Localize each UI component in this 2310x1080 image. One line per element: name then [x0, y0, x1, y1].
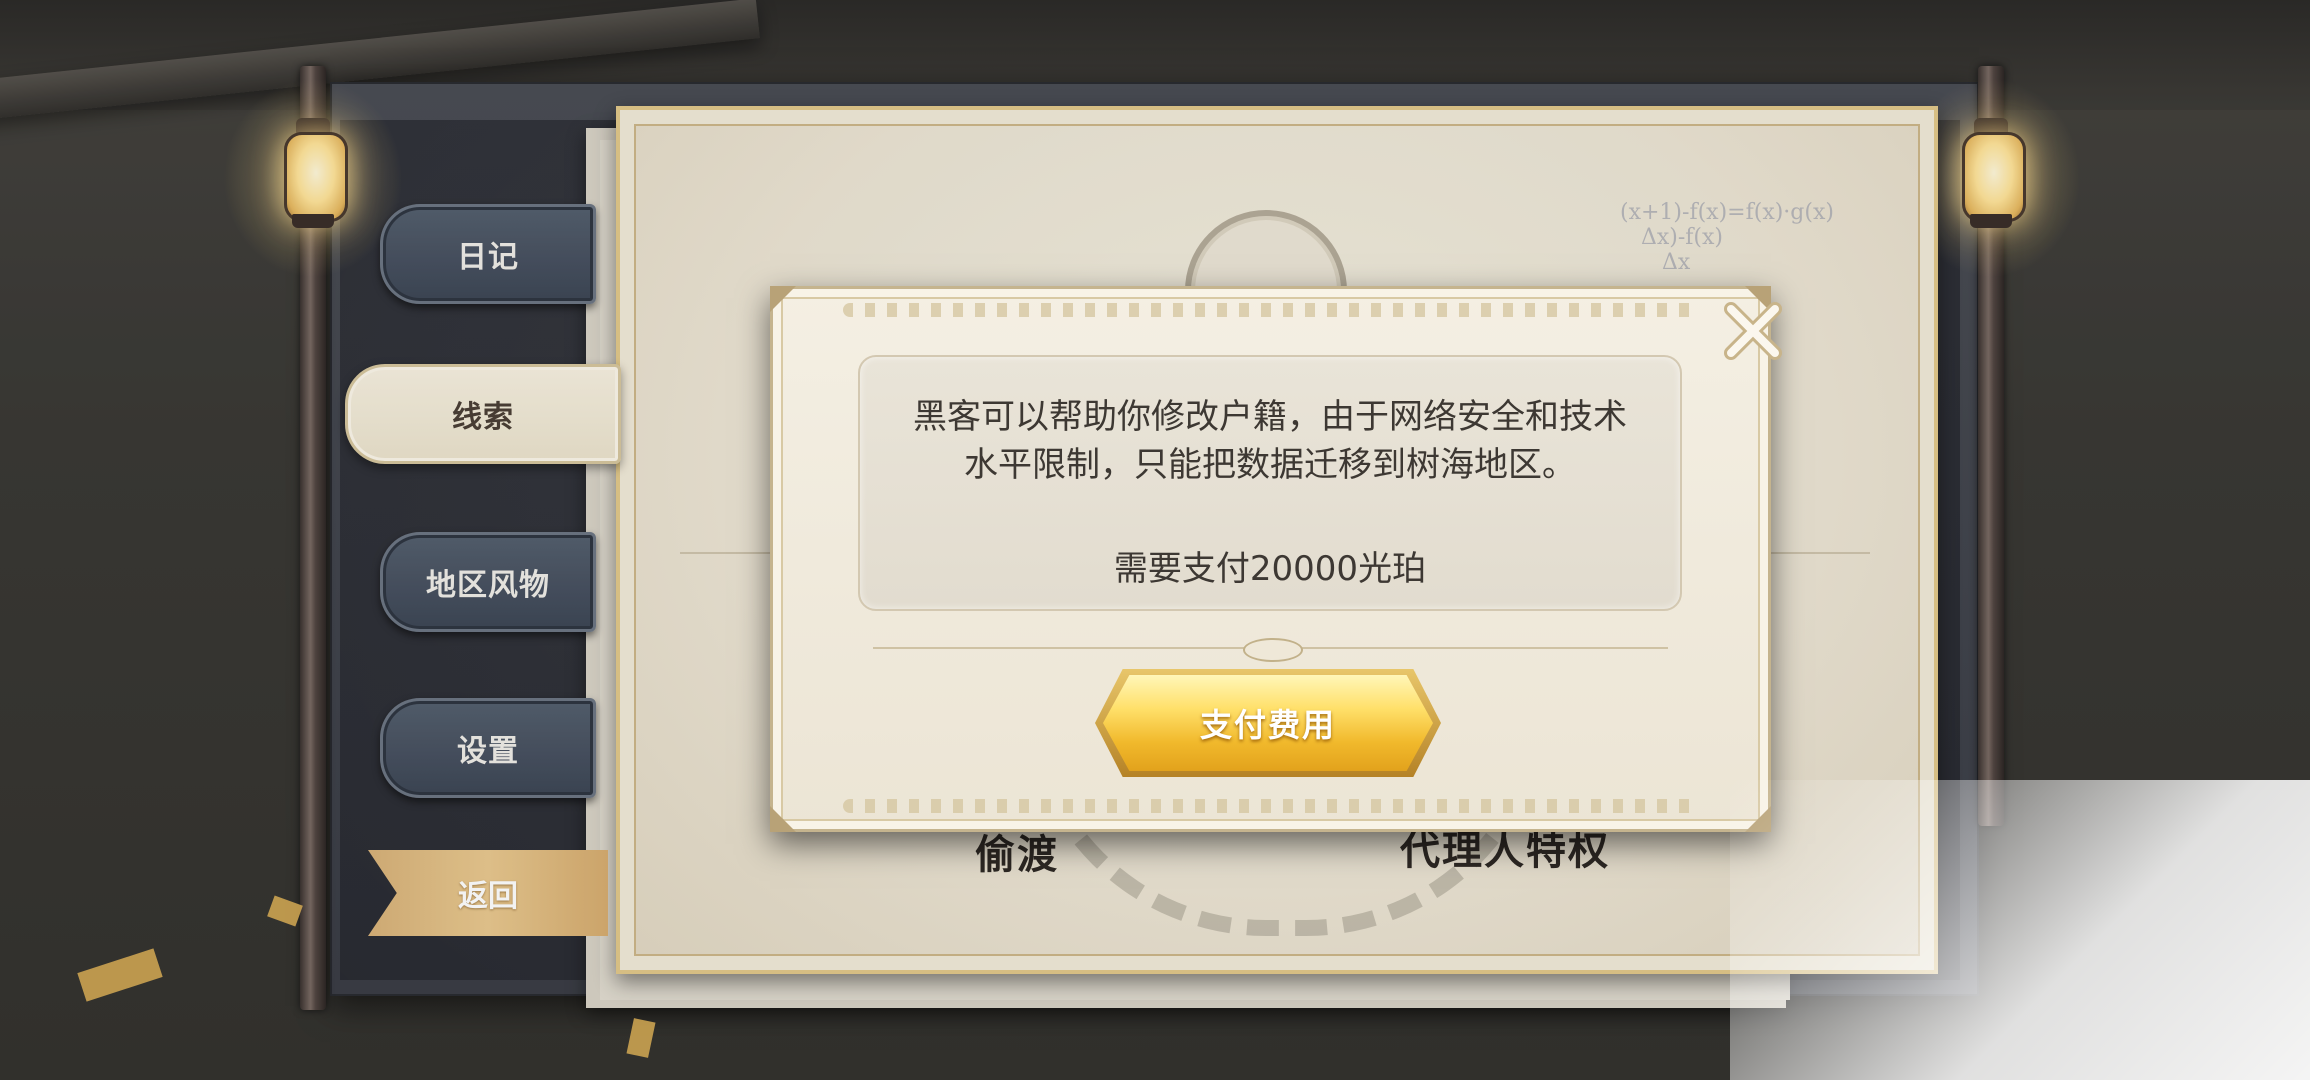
- pay-fee-button[interactable]: 支付费用: [1103, 675, 1433, 771]
- message-box: 黑客可以帮助你修改户籍，由于网络安全和技术 水平限制，只能把数据迁移到树海地区。…: [858, 355, 1682, 611]
- game-screen: (x+1)-f(x)=f(x)·g(x) Δx)-f(x) Δx 偷渡 代理人特…: [0, 0, 2310, 1080]
- corner-ornament: [770, 286, 796, 312]
- lace-border-top: [843, 303, 1698, 317]
- close-icon[interactable]: [1721, 299, 1785, 363]
- message-line-2: 水平限制，只能把数据迁移到树海地区。: [964, 445, 1576, 485]
- divider-ornament-icon: [1243, 638, 1303, 662]
- cost-text: 需要支付20000光珀: [1113, 549, 1427, 589]
- payment-dialog: 黑客可以帮助你修改户籍，由于网络安全和技术 水平限制，只能把数据迁移到树海地区。…: [770, 286, 1782, 832]
- corner-watermark-fade: [1730, 780, 2310, 1080]
- message-line-1: 黑客可以帮助你修改户籍，由于网络安全和技术: [913, 397, 1627, 437]
- message-text: 黑客可以帮助你修改户籍，由于网络安全和技术 水平限制，只能把数据迁移到树海地区。: [860, 393, 1680, 489]
- lace-border-bottom: [843, 799, 1698, 813]
- corner-ornament: [770, 806, 796, 832]
